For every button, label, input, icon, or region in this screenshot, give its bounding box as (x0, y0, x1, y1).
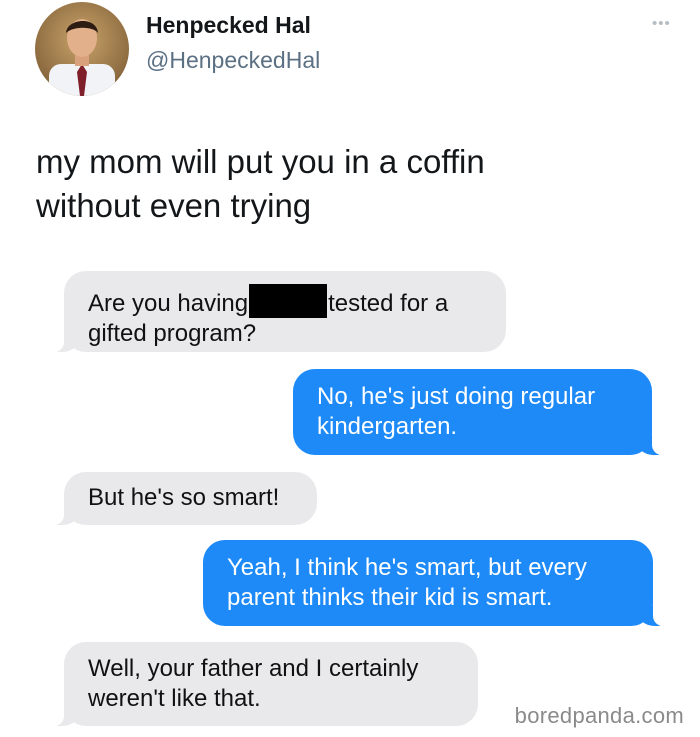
message-text-line: parent thinks their kid is smart. (227, 584, 553, 611)
message-text: tested for a (328, 290, 449, 317)
message-bubble-outgoing: No, he's just doing regular kindergarten… (293, 369, 664, 455)
message-bubble-outgoing: Yeah, I think he's smart, but every pare… (203, 540, 665, 626)
message-text-line: kindergarten. (317, 413, 458, 440)
message-text-line: weren't like that. (88, 685, 261, 712)
message-bubble-incoming: But he's so smart! (52, 472, 317, 525)
message-text: Are you having (88, 290, 249, 317)
message-bubble-incoming: Well, your father and I certainly weren'… (52, 642, 478, 726)
tweet-text-line: my mom will put you in a coffin (36, 143, 485, 180)
message-text-line: Well, your father and I certainly (88, 655, 419, 682)
message-text-line: But he's so smart! (88, 484, 280, 511)
message-text-line: No, he's just doing regular (317, 383, 596, 410)
avatar[interactable] (35, 2, 129, 96)
display-name[interactable]: Henpecked Hal (146, 12, 311, 39)
tweet-text-line: without even trying (36, 187, 312, 224)
message-text-line: Are you having tested for a (88, 284, 482, 319)
tweet-text: my mom will put you in a coffin without … (36, 140, 666, 228)
watermark: boredpanda.com (514, 703, 684, 728)
more-options-icon[interactable]: ••• (652, 16, 671, 31)
message-bubble-incoming: Are you having tested for a gifted progra… (52, 271, 506, 352)
message-text-line: gifted program? (88, 320, 257, 347)
message-text-line: Yeah, I think he's smart, but every (227, 554, 587, 581)
redaction-box (249, 284, 328, 318)
handle[interactable]: @HenpeckedHal (146, 47, 320, 74)
